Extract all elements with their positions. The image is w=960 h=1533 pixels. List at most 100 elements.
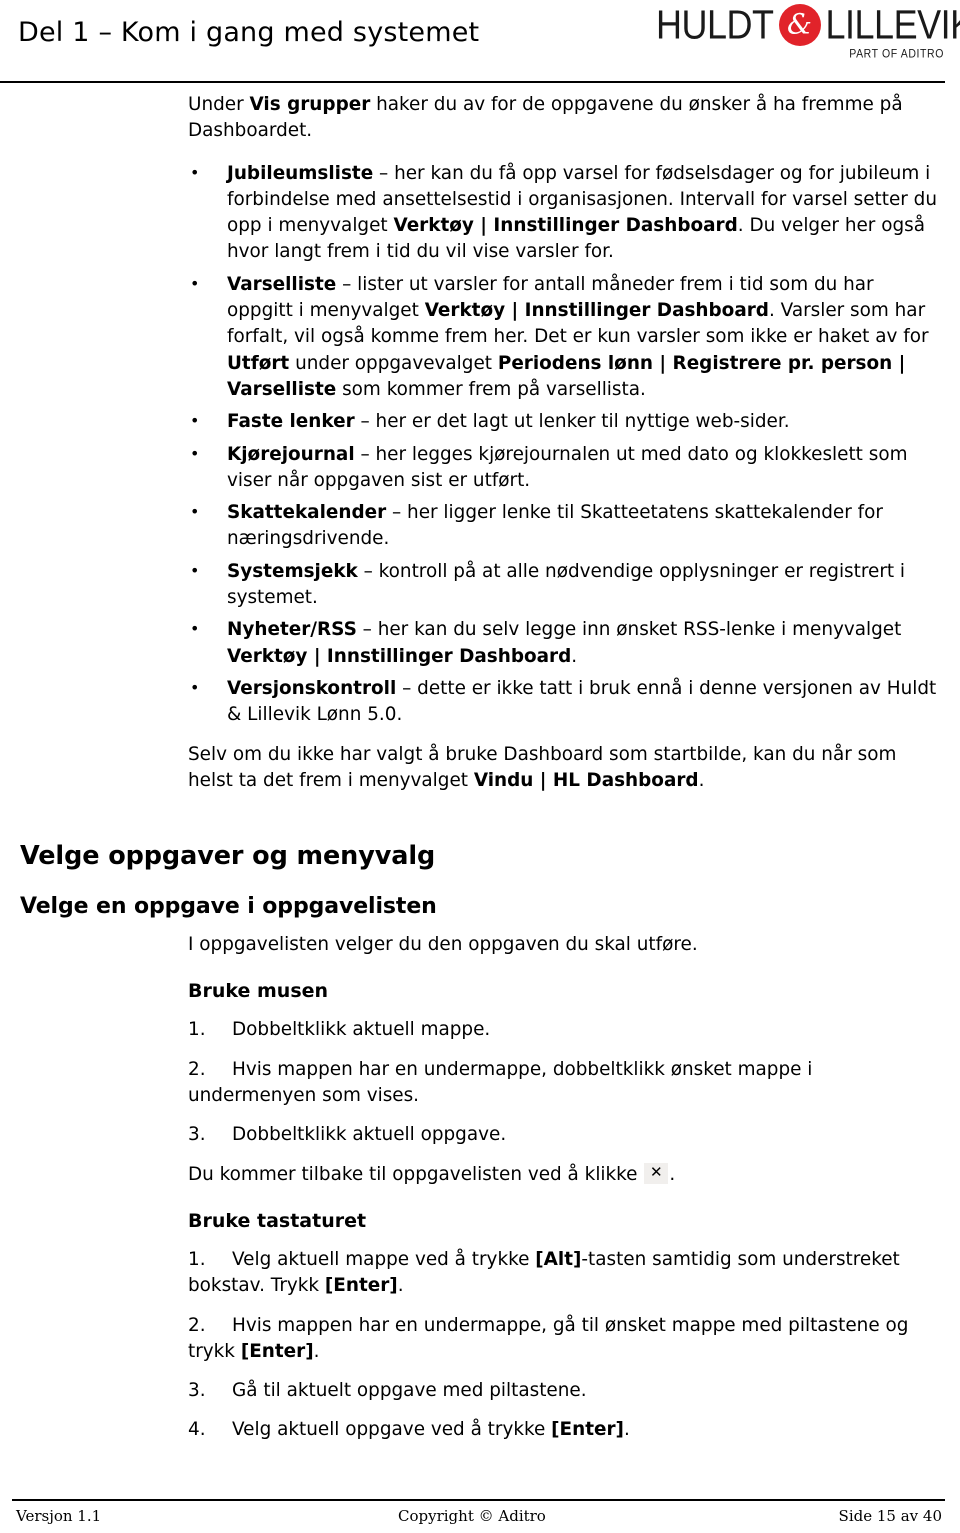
footer-version: Versjon 1.1 <box>16 1507 102 1525</box>
step-text-2: . <box>623 1419 630 1441</box>
list-item: 3. Dobbeltklikk aktuell oppgave. <box>0 1122 960 1148</box>
footer-page-number: Side 15 av 40 <box>838 1507 942 1525</box>
step-number: 3. <box>188 1124 206 1146</box>
intro-bold-vis-grupper: Vis grupper <box>249 94 371 115</box>
step-text-1: Velg aktuell oppgave ved å trykke <box>232 1419 552 1441</box>
mouse-heading: Bruke musen <box>188 980 329 1003</box>
bullet-term: Kjørejournal <box>227 443 355 465</box>
bullet-bold-2: Utført <box>227 352 290 374</box>
list-item: Jubileumsliste – her kan du få opp varse… <box>0 160 960 266</box>
list-item: 4. Velg aktuell oppgave ved å trykke [Ent… <box>0 1417 960 1443</box>
page-title: Del 1 – Kom i gang med systemet <box>18 17 480 48</box>
step-key-enter: [Enter] <box>551 1419 624 1441</box>
list-item: 1. Velg aktuell mappe ved å trykke [Alt]-… <box>0 1247 960 1300</box>
step-text: Dobbeltklikk aktuell mappe. <box>232 1019 491 1041</box>
bullet-text-1: – her er det lagt ut lenker til nyttige … <box>354 411 790 433</box>
page-header: Del 1 – Kom i gang med systemet HULDT & … <box>0 0 960 90</box>
bullet-term: Skattekalender <box>227 502 387 524</box>
bullet-term: Faste lenker <box>227 411 355 433</box>
list-item: 3. Gå til aktuelt oppgave med piltastene. <box>0 1378 960 1404</box>
step-number: 2. <box>188 1314 206 1336</box>
list-item: 2. Hvis mappen har en undermappe, dobbelt… <box>0 1057 960 1110</box>
step-text-1: Velg aktuell mappe ved å trykke <box>232 1248 536 1270</box>
return-note-text-a: Du kommer tilbake til oppgavelisten ved … <box>188 1163 644 1185</box>
closing-bold-1: Vindu | HL Dashboard <box>473 769 699 791</box>
list-item: 1. Dobbeltklikk aktuell mappe. <box>0 1017 960 1043</box>
list-item: Faste lenker – her er det lagt ut lenker… <box>0 408 960 435</box>
mouse-steps-list: 1. Dobbeltklikk aktuell mappe. 2. Hvis map… <box>0 1017 960 1148</box>
logo-word-huldt: HULDT <box>656 1 774 48</box>
keyboard-heading: Bruke tastaturet <box>188 1209 367 1232</box>
list-item: Systemsjekk – kontroll på at alle nødven… <box>0 558 960 612</box>
step-text-3: . <box>397 1275 404 1297</box>
step-number: 1. <box>188 1019 206 1041</box>
huldt-lillevik-logo: HULDT & LILLEVIK PART OF ADITRO <box>656 1 960 62</box>
close-icon-glyph: ✕ <box>650 1163 663 1182</box>
step-text-2: . <box>313 1340 320 1362</box>
step-key-enter: [Enter] <box>324 1275 398 1297</box>
bullet-text-1: – her kan du selv legge inn ønsket RSS-l… <box>356 619 902 641</box>
bullet-bold-1: Verktøy | Innstillinger Dashboard <box>424 300 769 322</box>
ampersand-glyph: & <box>787 7 812 41</box>
step-text: Hvis mappen har en undermappe, dobbeltkl… <box>188 1058 813 1107</box>
bullet-term: Systemsjekk <box>227 560 358 582</box>
bullet-text-4: som kommer frem på varsellista. <box>336 378 646 400</box>
subsection-intro-paragraph: I oppgavelisten velger du den oppgaven d… <box>188 934 698 956</box>
intro-paragraph: Under Vis grupper haker du av for de opp… <box>0 92 960 145</box>
document-content: Under Vis grupper haker du av for de opp… <box>0 92 960 1444</box>
bullet-text-3: under oppgavevalget <box>289 352 498 374</box>
list-item: Nyheter/RSS – her kan du selv legge inn … <box>0 616 960 670</box>
list-item: Versjonskontroll – dette er ikke tatt i … <box>0 675 960 729</box>
list-item: Skattekalender – her ligger lenke til Sk… <box>0 499 960 553</box>
return-note-text-b: . <box>669 1163 676 1185</box>
step-number: 2. <box>188 1058 206 1080</box>
closing-text-2: . <box>698 769 705 791</box>
bullet-term: Versjonskontroll <box>227 677 397 699</box>
bullet-term: Nyheter/RSS <box>227 619 357 641</box>
step-key-alt: [Alt] <box>535 1248 582 1270</box>
bullet-bold-1: Verktøy | Innstillinger Dashboard <box>393 215 738 237</box>
step-text: Dobbeltklikk aktuell oppgave. <box>232 1124 507 1146</box>
step-key-enter: [Enter] <box>240 1340 314 1362</box>
step-text-1: Gå til aktuelt oppgave med piltastene. <box>232 1380 587 1402</box>
keyboard-steps-list: 1. Velg aktuell mappe ved å trykke [Alt]-… <box>0 1247 960 1444</box>
step-number: 4. <box>188 1419 206 1441</box>
intro-text-a: Under <box>188 94 250 115</box>
bullet-term: Varselliste <box>227 273 337 295</box>
list-item: Kjørejournal – her legges kjørejournalen… <box>0 441 960 495</box>
logo-wordmark: HULDT & LILLEVIK <box>656 1 960 48</box>
logo-word-lillevik: LILLEVIK <box>825 1 960 48</box>
bullet-bold-1: Verktøy | Innstillinger Dashboard <box>227 645 572 667</box>
return-note-paragraph: Du kommer tilbake til oppgavelisten ved … <box>0 1162 960 1188</box>
header-divider <box>0 81 945 83</box>
page-footer: Versjon 1.1 Copyright © Aditro Side 15 a… <box>0 1475 960 1533</box>
step-number: 1. <box>188 1248 206 1270</box>
footer-copyright: Copyright © Aditro <box>398 1507 546 1525</box>
closing-paragraph: Selv om du ikke har valgt å bruke Dashbo… <box>0 742 960 795</box>
subsection-heading: Velge en oppgave i oppgavelisten <box>20 894 437 920</box>
dashboard-feature-list: Jubileumsliste – her kan du få opp varse… <box>0 160 960 729</box>
list-item: Varselliste – lister ut varsler for anta… <box>0 271 960 403</box>
section-heading: Velge oppgaver og menyvalg <box>20 841 436 872</box>
footer-divider <box>12 1499 945 1501</box>
logo-tagline: PART OF ADITRO <box>849 47 944 61</box>
list-item: 2. Hvis mappen har en undermappe, gå til … <box>0 1313 960 1366</box>
bullet-term: Jubileumsliste <box>227 162 374 184</box>
close-icon[interactable]: ✕ <box>644 1162 669 1184</box>
ampersand-badge-icon: & <box>778 4 821 46</box>
